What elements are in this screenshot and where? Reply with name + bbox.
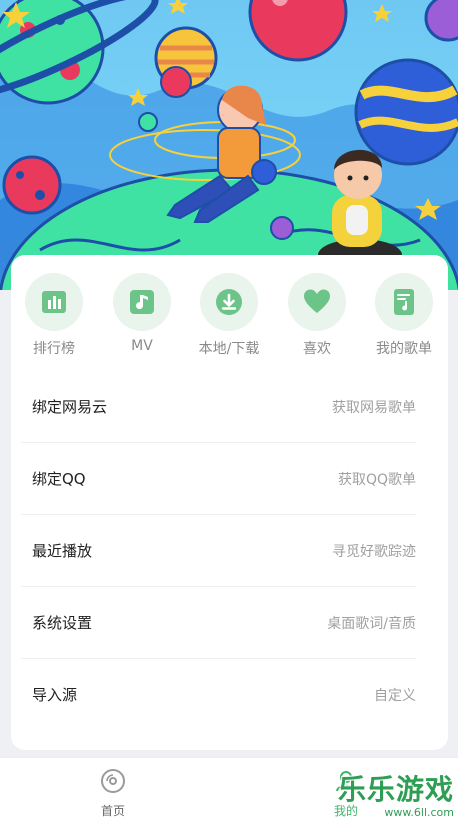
settings-menu: 绑定网易云 获取网易歌单 绑定QQ 获取QQ歌单 最近播放 寻觅好歌踪迹 系统设… [21,371,416,731]
site-watermark: 乐乐游戏 www.6ll.com [338,768,454,819]
menu-item-recent-plays[interactable]: 最近播放 寻觅好歌踪迹 [21,515,416,587]
hero-banner [0,0,458,290]
menu-item-bind-netease[interactable]: 绑定网易云 获取网易歌单 [21,371,416,443]
download-icon-bg [200,273,258,331]
music-note-icon [130,290,154,314]
shortcut-label: 本地/下载 [198,341,260,357]
nav-label: 首页 [100,804,125,818]
menu-item-bind-qq[interactable]: 绑定QQ 获取QQ歌单 [21,443,416,515]
nav-home[interactable]: 首页 [83,768,143,819]
shortcut-label: 喜欢 [303,341,331,357]
chart-icon [42,291,66,313]
playlist-icon [394,289,414,315]
watermark-title: 乐乐游戏 [337,773,454,806]
menu-item-subtitle: 自定义 [374,688,416,704]
menu-item-subtitle: 桌面歌词/音质 [327,616,416,632]
shortcut-favorites[interactable]: 喜欢 [277,273,357,358]
heart-icon-bg [288,273,346,331]
chart-icon-bg [25,273,83,331]
shortcut-row: 排行榜 MV 本地/下载 喜欢 我的歌单 [11,273,448,363]
shortcut-local-download[interactable]: 本地/下载 [189,273,269,358]
shortcut-mv[interactable]: MV [102,273,182,354]
heart-icon [304,289,330,313]
shortcut-label: 排行榜 [33,341,75,357]
menu-item-subtitle: 寻觅好歌踪迹 [332,544,416,560]
shortcut-label: MV [131,338,153,354]
main-card: 排行榜 MV 本地/下载 喜欢 我的歌单 绑定网易云 获取网易歌单 绑定QQ 获… [11,255,448,750]
menu-item-title: 绑定网易云 [32,398,108,416]
playlist-icon-bg [375,273,433,331]
menu-item-title: 系统设置 [32,614,93,632]
menu-item-system-settings[interactable]: 系统设置 桌面歌词/音质 [21,587,416,659]
shortcut-ranking[interactable]: 排行榜 [14,273,94,358]
music-note-icon-bg [113,273,171,331]
menu-item-import-source[interactable]: 导入源 自定义 [21,659,416,731]
download-icon [216,289,242,315]
menu-item-subtitle: 获取QQ歌单 [337,472,416,488]
menu-item-title: 绑定QQ [32,470,86,488]
space-illustration [0,0,458,290]
disc-icon [101,769,125,793]
shortcut-label: 我的歌单 [376,341,432,357]
menu-item-title: 最近播放 [32,542,93,560]
menu-item-title: 导入源 [32,686,78,704]
menu-item-subtitle: 获取网易歌单 [332,400,416,416]
shortcut-my-playlists[interactable]: 我的歌单 [364,273,444,358]
